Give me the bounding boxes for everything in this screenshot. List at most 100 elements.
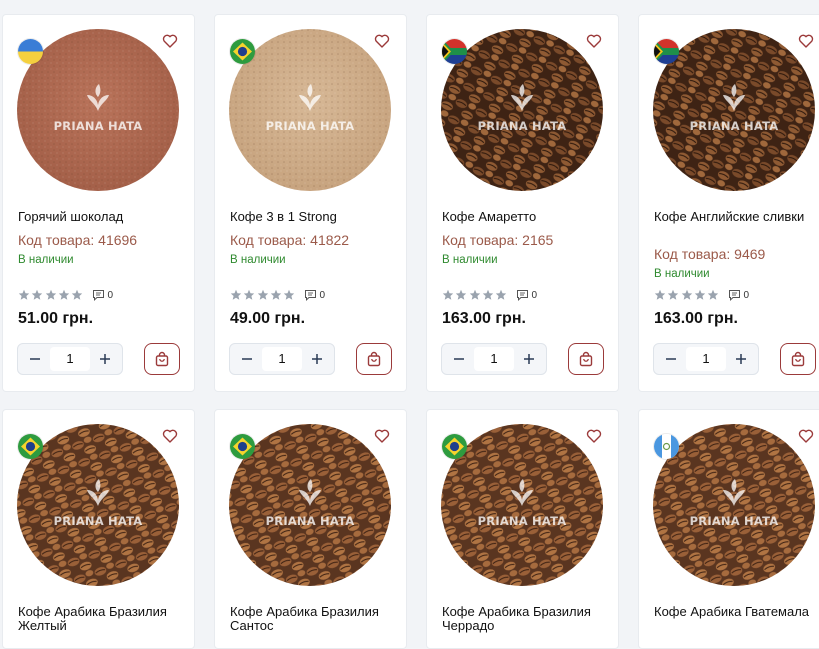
brazil-flag-icon (230, 434, 255, 459)
comments[interactable]: 0 (728, 289, 749, 301)
heart-icon[interactable] (162, 428, 178, 444)
comment-count: 0 (531, 289, 538, 301)
plus-icon (524, 354, 534, 364)
star-icon (456, 289, 467, 300)
comment-count: 0 (319, 289, 326, 301)
product-title[interactable]: Кофе 3 в 1 Strong (230, 210, 400, 224)
brazil-flag-icon (230, 39, 255, 64)
decrease-quantity-button[interactable] (656, 344, 686, 374)
south-africa-flag-icon (654, 39, 679, 64)
comment-count: 0 (743, 289, 750, 301)
minus-icon (30, 358, 40, 360)
shopping-bag-icon (367, 351, 381, 367)
product-code: Код товара: 2165 (442, 232, 554, 248)
star-icon (58, 289, 70, 300)
product-title[interactable]: Кофе Арабика Бразилия Черрадо (442, 605, 612, 633)
product-card[interactable]: PRIANA HATA Кофе Арабика Бразилия Сантос (214, 409, 407, 649)
stock-status: В наличии (18, 254, 74, 266)
product-price: 163.00 грн. (654, 310, 738, 327)
comment-icon (305, 290, 317, 301)
heart-icon[interactable] (586, 428, 602, 444)
stock-status: В наличии (442, 254, 498, 266)
add-to-cart-button[interactable] (144, 343, 180, 375)
quantity-stepper[interactable]: 1 (441, 343, 547, 375)
product-title[interactable]: Кофе Арабика Бразилия Сантос (230, 605, 400, 633)
rating: 0 (230, 289, 325, 301)
product-card[interactable]: PRIANA HATA Горячий шоколад Код товара: … (2, 14, 195, 392)
comments[interactable]: 0 (92, 289, 113, 301)
product-price: 49.00 грн. (230, 310, 306, 327)
star-icon (45, 289, 56, 300)
star-icon (469, 289, 480, 300)
product-code: Код товара: 41822 (230, 232, 350, 248)
heart-icon[interactable] (374, 33, 390, 49)
product-card[interactable]: PRIANA HATA Кофе Английские сливки Код т… (638, 14, 819, 392)
stock-status: В наличии (654, 268, 710, 280)
heart-icon[interactable] (798, 428, 814, 444)
product-code: Код товара: 41696 (18, 232, 138, 248)
product-card[interactable]: PRIANA HATA Кофе 3 в 1 Strong Код товара… (214, 14, 407, 392)
decrease-quantity-button[interactable] (444, 344, 474, 374)
add-to-cart-button[interactable] (356, 343, 392, 375)
star-icon (71, 289, 83, 300)
quantity-stepper[interactable]: 1 (17, 343, 123, 375)
star-icon (18, 289, 30, 300)
quantity-input[interactable]: 1 (262, 347, 302, 371)
add-to-cart-button[interactable] (568, 343, 604, 375)
quantity-stepper[interactable]: 1 (653, 343, 759, 375)
star-icon (257, 289, 268, 300)
plus-icon (736, 354, 746, 364)
product-title[interactable]: Горячий шоколад (18, 210, 188, 224)
comment-icon (729, 290, 741, 301)
star-icon (270, 289, 282, 300)
heart-icon[interactable] (586, 33, 602, 49)
comment-icon (517, 290, 529, 301)
heart-icon[interactable] (374, 428, 390, 444)
quantity-input[interactable]: 1 (686, 347, 726, 371)
heart-icon[interactable] (798, 33, 814, 49)
south-africa-flag-icon (442, 39, 467, 64)
increase-quantity-button[interactable] (726, 344, 756, 374)
ukraine-flag-icon (18, 39, 43, 64)
rating: 0 (18, 289, 113, 301)
product-title[interactable]: Кофе Амаретто (442, 210, 612, 224)
product-card[interactable]: PRIANA HATA Кофе Амаретто Код товара: 21… (426, 14, 619, 392)
increase-quantity-button[interactable] (514, 344, 544, 374)
product-card[interactable]: PRIANA HATA Кофе Арабика Бразилия Черрад… (426, 409, 619, 649)
increase-quantity-button[interactable] (90, 344, 120, 374)
product-title[interactable]: Кофе Арабика Гватемала (654, 605, 819, 619)
star-icon (442, 289, 454, 300)
product-price: 163.00 грн. (442, 310, 526, 327)
minus-icon (666, 358, 676, 360)
product-price: 51.00 грн. (18, 310, 94, 327)
minus-icon (454, 358, 464, 360)
star-icon (681, 289, 692, 300)
shopping-bag-icon (155, 351, 169, 367)
shopping-bag-icon (791, 351, 805, 367)
star-icon (668, 289, 679, 300)
product-card[interactable]: PRIANA HATA Кофе Арабика Бразилия Желтый (2, 409, 195, 649)
product-title[interactable]: Кофе Арабика Бразилия Желтый (18, 605, 188, 633)
quantity-input[interactable]: 1 (474, 347, 514, 371)
product-title[interactable]: Кофе Английские сливки (654, 210, 819, 224)
add-to-cart-button[interactable] (780, 343, 816, 375)
comments[interactable]: 0 (516, 289, 537, 301)
decrease-quantity-button[interactable] (20, 344, 50, 374)
product-card[interactable]: PRIANA HATA Кофе Арабика Гватемала (638, 409, 819, 649)
star-icon (230, 289, 242, 300)
rating: 0 (654, 289, 749, 301)
decrease-quantity-button[interactable] (232, 344, 262, 374)
quantity-input[interactable]: 1 (50, 347, 90, 371)
quantity-stepper[interactable]: 1 (229, 343, 335, 375)
comments[interactable]: 0 (304, 289, 325, 301)
brazil-flag-icon (18, 434, 43, 459)
star-icon (244, 289, 255, 300)
guatemala-flag-icon (654, 434, 679, 459)
increase-quantity-button[interactable] (302, 344, 332, 374)
star-icon (32, 289, 43, 300)
star-icon (495, 289, 507, 300)
heart-icon[interactable] (162, 33, 178, 49)
star-icon (482, 289, 494, 300)
product-code: Код товара: 9469 (654, 246, 766, 262)
star-icon (654, 289, 666, 300)
